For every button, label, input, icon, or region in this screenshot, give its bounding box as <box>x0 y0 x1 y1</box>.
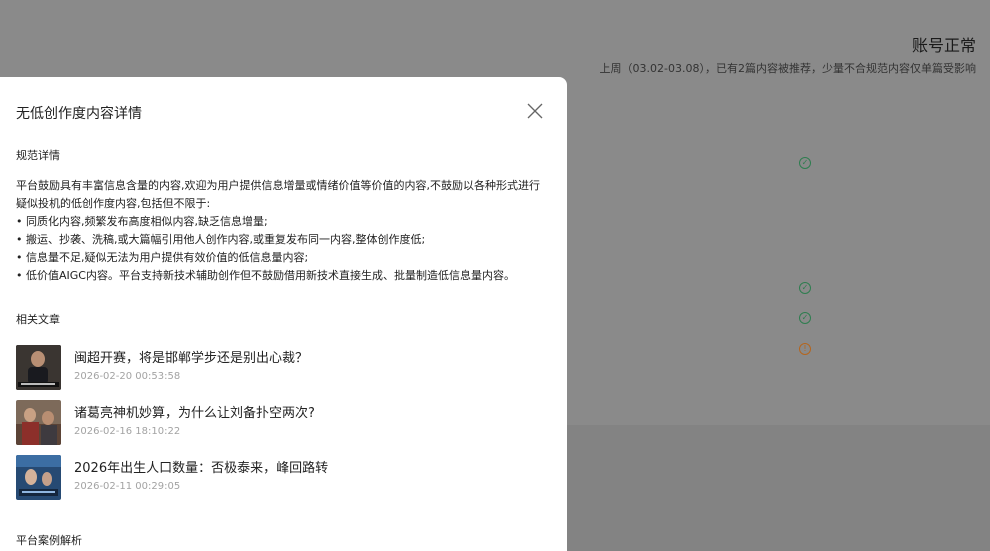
rules-item: • 同质化内容,频繁发布高度相似内容,缺乏信息增量; <box>16 215 268 228</box>
page-overlay[interactable]: 账号正常 上周（03.02-03.08），已有2篇内容被推荐，少量不合规范内容仅… <box>0 0 990 551</box>
warning-circle-icon: ! <box>799 343 811 355</box>
account-status-panel: 账号正常 上周（03.02-03.08），已有2篇内容被推荐，少量不合规范内容仅… <box>600 36 976 76</box>
close-icon <box>527 103 543 119</box>
rules-item: • 低价值AIGC内容。平台支持新技术辅助创作但不鼓励借用新技术直接生成、批量制… <box>16 269 515 282</box>
rules-section-label: 规范详情 <box>16 149 60 162</box>
drawer-title: 无低创作度内容详情 <box>16 106 142 122</box>
article-time: 2026-02-11 00:29:05 <box>74 481 181 492</box>
article-title[interactable]: 诸葛亮神机妙算，为什么让刘备扑空两次? <box>74 402 315 421</box>
content-detail-drawer: 无低创作度内容详情 规范详情 平台鼓励具有丰富信息含量的内容,欢迎为用户提供信息… <box>0 77 567 551</box>
article-title[interactable]: 2026年出生人口数量：否极泰来，峰回路转 <box>74 457 328 476</box>
background-section <box>566 425 990 551</box>
close-button[interactable] <box>527 103 543 119</box>
check-circle-icon: ✓ <box>799 282 811 294</box>
check-circle-icon: ✓ <box>799 157 811 169</box>
cases-section-label: 平台案例解析 <box>16 534 82 547</box>
rules-description: 平台鼓励具有丰富信息含量的内容,欢迎为用户提供信息增量或情绪价值等价值的内容,不… <box>16 177 546 285</box>
rules-item: • 搬运、抄袭、洗稿,或大篇幅引用他人创作内容,或重复发布同一内容,整体创作度低… <box>16 233 426 246</box>
article-title[interactable]: 闽超开赛，将是邯郸学步还是别出心裁？ <box>74 347 308 366</box>
check-circle-icon: ✓ <box>799 312 811 324</box>
article-time: 2026-02-20 00:53:58 <box>74 371 181 382</box>
account-status-detail: 上周（03.02-03.08），已有2篇内容被推荐，少量不合规范内容仅单篇受影响 <box>599 62 976 75</box>
article-thumbnail <box>16 400 61 445</box>
article-item[interactable]: 2026年出生人口数量：否极泰来，峰回路转 2026-02-11 00:29:0… <box>16 455 536 501</box>
rules-item: • 信息量不足,疑似无法为用户提供有效价值的低信息量内容; <box>16 251 309 264</box>
article-thumbnail <box>16 345 61 390</box>
article-time: 2026-02-16 18:10:22 <box>74 426 181 437</box>
account-status-title: 账号正常 <box>911 36 976 55</box>
article-thumbnail <box>16 455 61 500</box>
article-item[interactable]: 闽超开赛，将是邯郸学步还是别出心裁？ 2026-02-20 00:53:58 <box>16 345 536 391</box>
rules-intro: 平台鼓励具有丰富信息含量的内容,欢迎为用户提供信息增量或情绪价值等价值的内容,不… <box>16 179 540 210</box>
article-item[interactable]: 诸葛亮神机妙算，为什么让刘备扑空两次? 2026-02-16 18:10:22 <box>16 400 536 446</box>
articles-section-label: 相关文章 <box>16 313 60 326</box>
